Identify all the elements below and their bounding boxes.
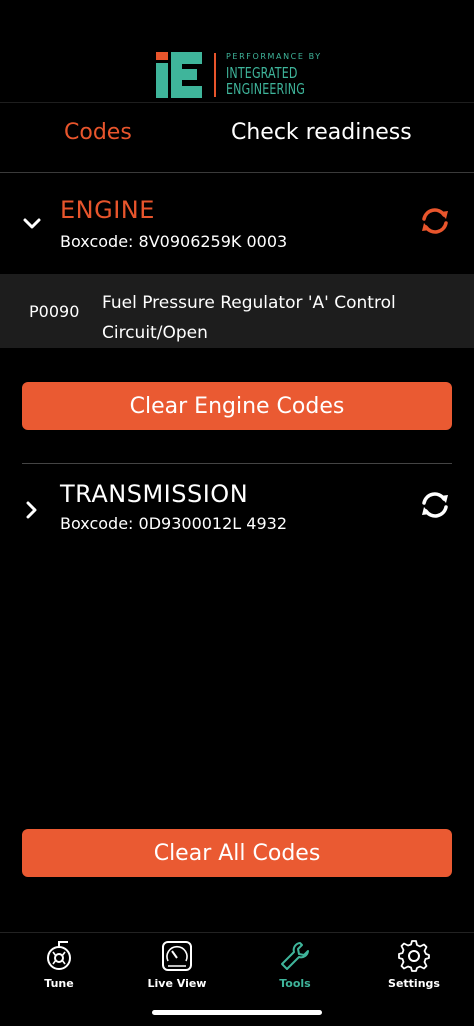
logo-name-line1: INTEGRATED [226,64,298,82]
turbo-icon [47,941,71,970]
nav-item-settings[interactable]: Settings [364,939,464,990]
chevron-right-icon[interactable] [22,500,42,520]
nav-label-tools: Tools [279,977,311,990]
wrench-icon [281,942,309,970]
nav-item-tune[interactable]: Tune [9,939,109,990]
tab-check-readiness[interactable]: Check readiness [231,120,412,145]
nav-label-live-view: Live View [147,977,207,990]
nav-item-live-view[interactable]: Live View [127,939,227,990]
logo-divider [214,53,216,97]
gauge-icon [162,941,192,971]
logo-tagline: PERFORMANCE BY [226,52,322,61]
tab-bar: Codes Check readiness [0,102,474,173]
nav-label-settings: Settings [388,977,440,990]
engine-title[interactable]: ENGINE [60,196,155,224]
nav-item-tools[interactable]: Tools [245,939,345,990]
home-indicator[interactable] [152,1010,322,1015]
chevron-down-icon[interactable] [22,214,42,234]
clear-engine-codes-button[interactable]: Clear Engine Codes [22,382,452,430]
engine-boxcode: Boxcode: 8V0906259K 0003 [60,232,288,251]
logo-text: PERFORMANCE BY INTEGRATED ENGINEERING [226,52,322,98]
transmission-title[interactable]: TRANSMISSION [60,480,248,508]
tab-codes[interactable]: Codes [64,120,132,145]
brand-logo: PERFORMANCE BY INTEGRATED ENGINEERING [154,52,322,98]
code-description: Fuel Pressure Regulator 'A' Control Circ… [102,293,396,343]
section-divider [22,463,452,464]
app-header: PERFORMANCE BY INTEGRATED ENGINEERING [0,0,474,103]
gear-icon [398,940,430,972]
code-row[interactable]: P0090 Fuel Pressure Regulator 'A' Contro… [0,274,474,348]
logo-name-line2: ENGINEERING [226,80,305,98]
refresh-icon[interactable] [418,488,452,522]
code-id: P0090 [29,302,80,321]
clear-all-codes-button[interactable]: Clear All Codes [22,829,452,877]
nav-label-tune: Tune [44,977,74,990]
refresh-icon[interactable] [418,204,452,238]
ie-logo-icon [156,52,202,98]
transmission-boxcode: Boxcode: 0D9300012L 4932 [60,514,287,533]
